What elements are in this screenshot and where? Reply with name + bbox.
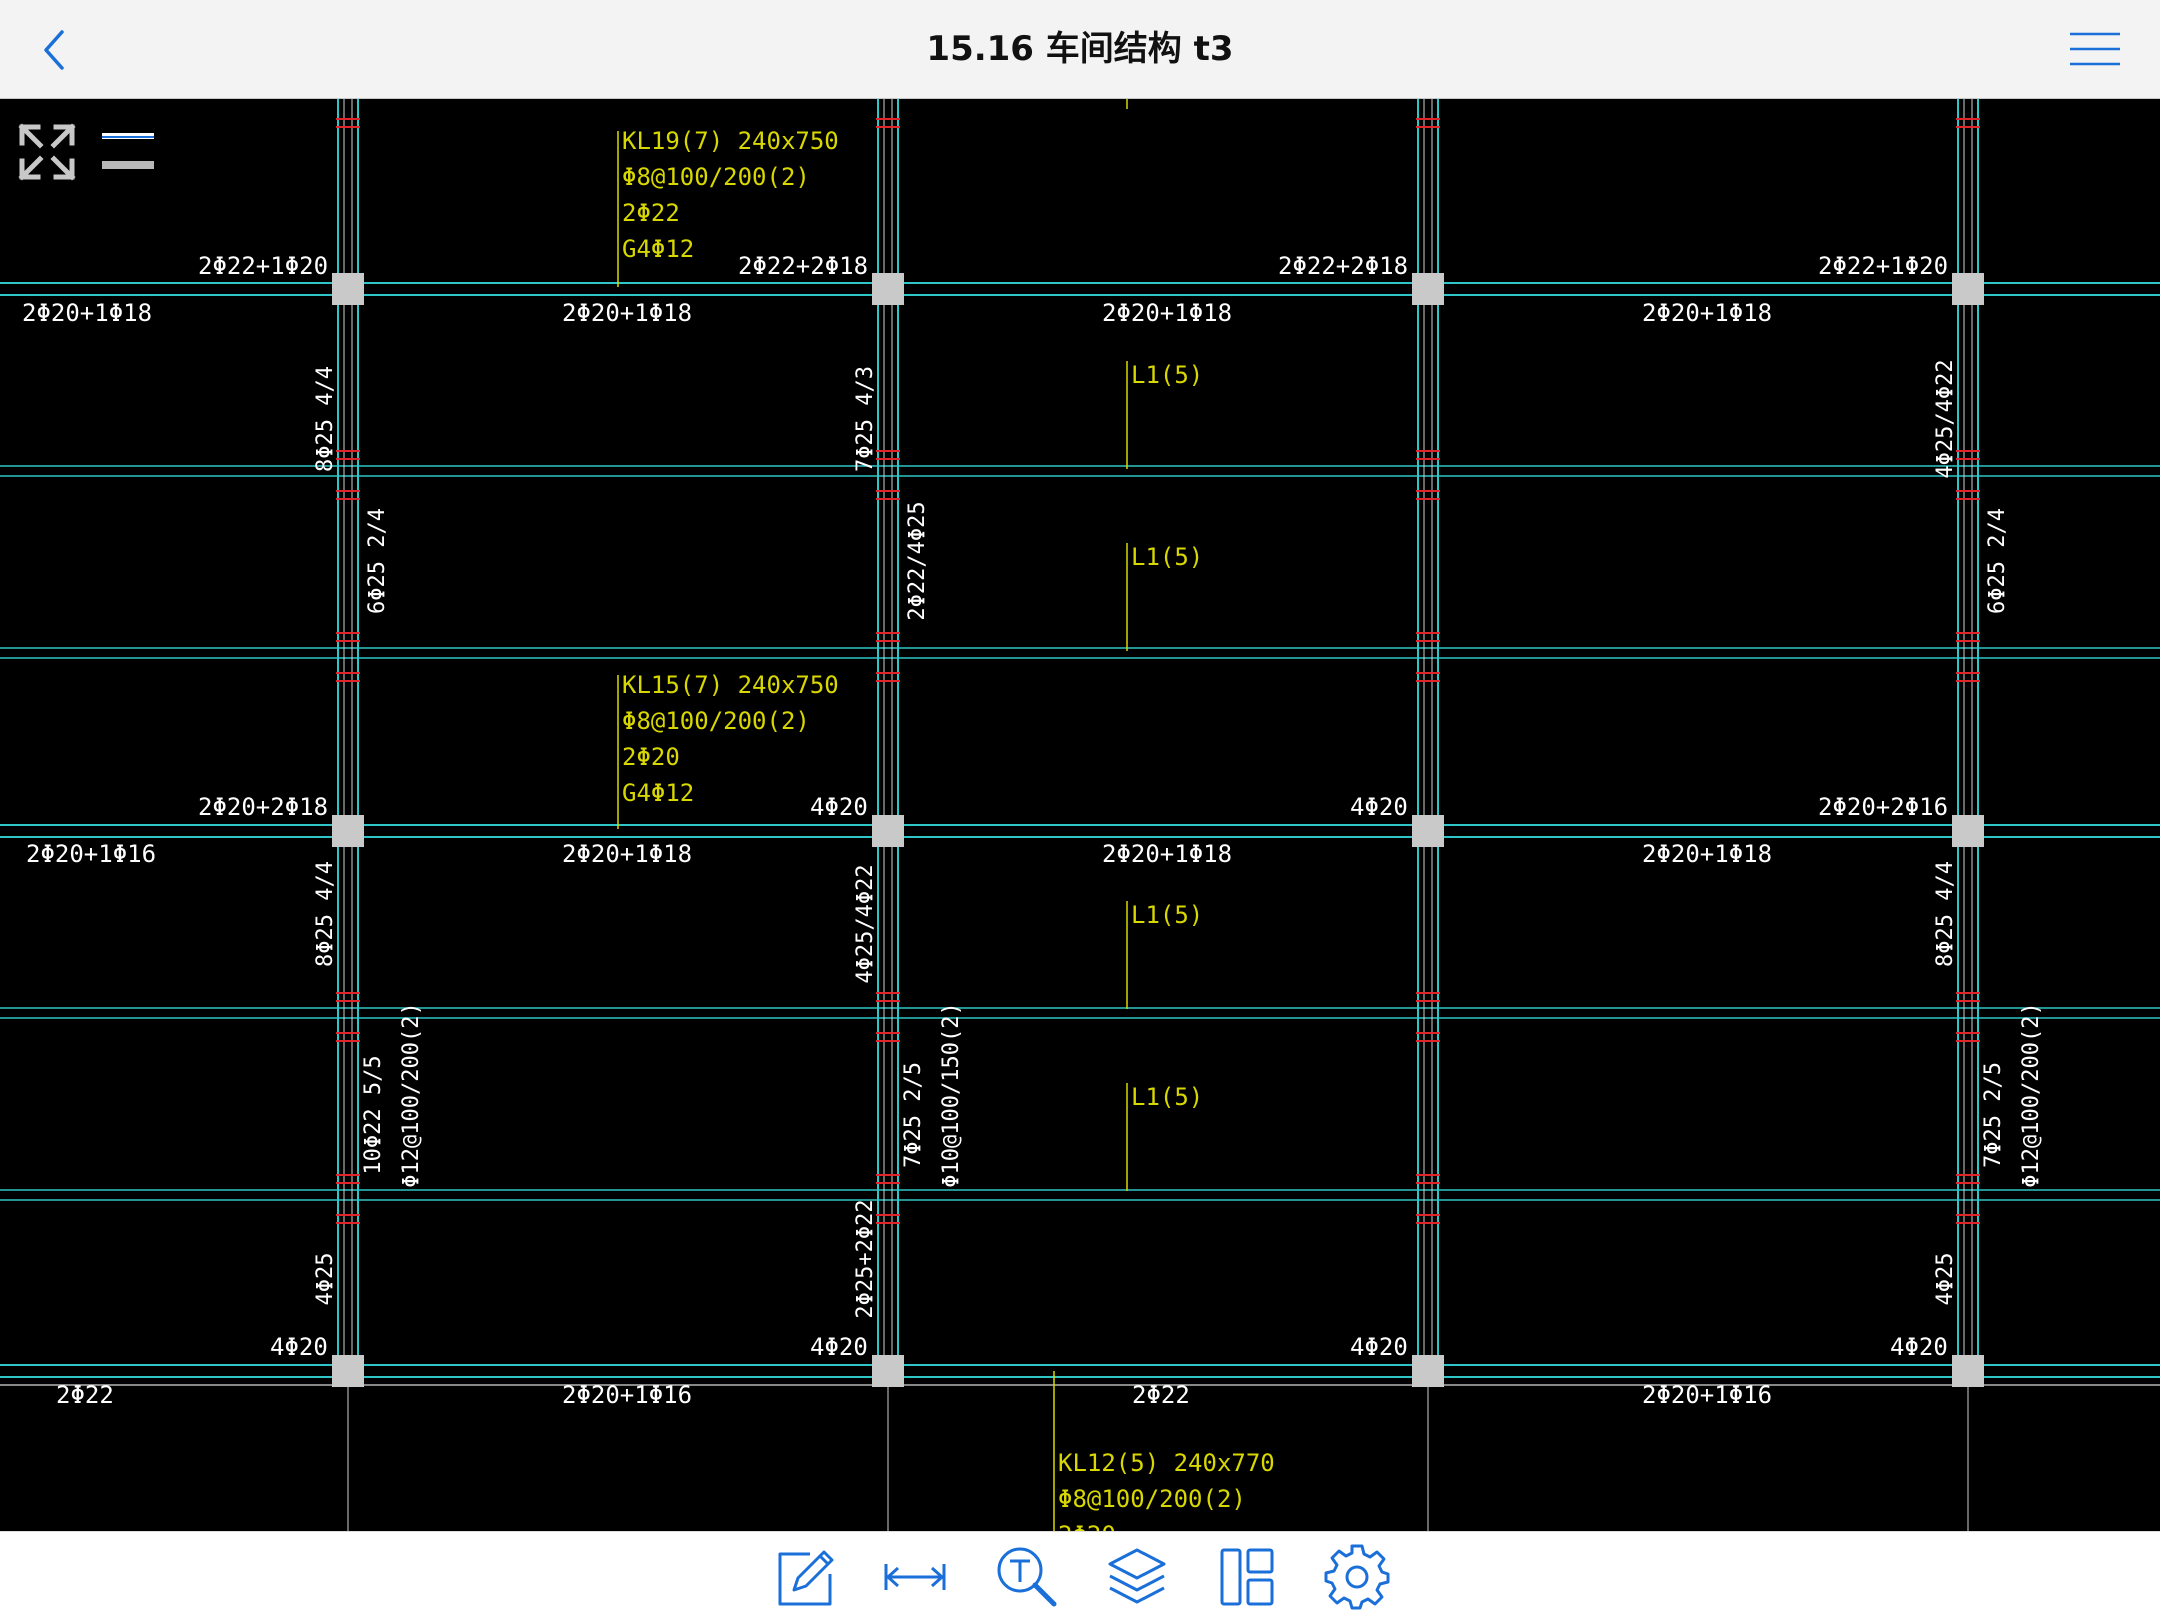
column-rebar-text: 4Φ25 bbox=[313, 1253, 338, 1306]
menu-button[interactable] bbox=[2068, 26, 2122, 72]
pencil-edit-icon bbox=[778, 1550, 834, 1606]
rebar-text: 4Φ20 bbox=[1350, 793, 1408, 821]
column-rebar-text: 2Φ22/4Φ25 bbox=[905, 501, 930, 620]
beam-label-line: 2Φ20 bbox=[1058, 1521, 1116, 1531]
layer-lines-icon bbox=[102, 133, 154, 169]
column-square bbox=[332, 815, 364, 847]
annotations-layer: 2Φ22+1Φ20 2Φ22+2Φ18 2Φ22+2Φ18 2Φ22+1Φ20 … bbox=[22, 127, 2044, 1531]
rebar-text: 2Φ20+1Φ18 bbox=[562, 840, 692, 868]
column-square bbox=[332, 273, 364, 305]
column-rebar-text: Φ12@100/200(2) bbox=[399, 1002, 424, 1187]
rebar-text: 2Φ20+1Φ18 bbox=[1642, 299, 1772, 327]
column-square bbox=[872, 815, 904, 847]
column-rebar-text: 8Φ25 4/4 bbox=[313, 366, 338, 472]
column-square bbox=[1412, 273, 1444, 305]
column-square bbox=[1412, 1355, 1444, 1387]
gear-icon bbox=[1324, 1544, 1390, 1610]
layout-button[interactable] bbox=[1212, 1542, 1282, 1612]
rebar-text: 4Φ20 bbox=[1350, 1333, 1408, 1361]
fullscreen-button[interactable] bbox=[14, 119, 80, 185]
rebar-text: 2Φ22 bbox=[56, 1381, 114, 1409]
rebar-text: 2Φ22+1Φ20 bbox=[1818, 252, 1948, 280]
top-navigation-bar: 15.16 车间结构 t3 bbox=[0, 0, 2160, 99]
rebar-text: 2Φ20+1Φ18 bbox=[562, 299, 692, 327]
column-rebar-text: 7Φ25 2/5 bbox=[901, 1062, 926, 1168]
rebar-text: 2Φ20+1Φ18 bbox=[1102, 840, 1232, 868]
layers-icon bbox=[1108, 1548, 1166, 1604]
text-search-button[interactable] bbox=[992, 1542, 1062, 1612]
column-square bbox=[872, 273, 904, 305]
secondary-beam-label: L1(5) bbox=[1131, 543, 1203, 571]
rebar-text: 2Φ22+2Φ18 bbox=[738, 252, 868, 280]
annotate-button[interactable] bbox=[770, 1542, 840, 1612]
rebar-text: 2Φ20+1Φ18 bbox=[1102, 299, 1232, 327]
column-rebar-text: 6Φ25 2/4 bbox=[365, 508, 390, 614]
rebar-text: 4Φ20 bbox=[270, 1333, 328, 1361]
rebar-text: 2Φ20+1Φ16 bbox=[26, 840, 156, 868]
columns-layer bbox=[332, 273, 1984, 1387]
rebar-text: 2Φ20+1Φ16 bbox=[1642, 1381, 1772, 1409]
beam-label-line: 2Φ22 bbox=[622, 199, 680, 227]
column-rebar-text: 4Φ25/4Φ22 bbox=[1933, 359, 1958, 478]
beam-label-line: G4Φ12 bbox=[622, 779, 694, 807]
beam-label-line: Φ8@100/200(2) bbox=[1058, 1485, 1246, 1513]
rebar-text: 2Φ20+2Φ16 bbox=[1818, 793, 1948, 821]
rebar-text: 4Φ20 bbox=[1890, 1333, 1948, 1361]
layout-panels-icon bbox=[1220, 1548, 1274, 1606]
rebar-text: 4Φ20 bbox=[810, 793, 868, 821]
beam-label-line: G4Φ12 bbox=[622, 235, 694, 263]
cad-drawing-canvas[interactable]: 2Φ22+1Φ20 2Φ22+2Φ18 2Φ22+2Φ18 2Φ22+1Φ20 … bbox=[0, 99, 2160, 1531]
measure-distance-icon bbox=[884, 1564, 946, 1590]
column-square bbox=[1412, 815, 1444, 847]
column-rebar-text: 8Φ25 4/4 bbox=[1933, 861, 1958, 967]
column-square bbox=[872, 1355, 904, 1387]
beam-label-line: Φ8@100/200(2) bbox=[622, 707, 810, 735]
secondary-beam-label: L1(5) bbox=[1131, 361, 1203, 389]
rebar-text: 2Φ22 bbox=[1132, 1381, 1190, 1409]
column-rebar-text: 4Φ25/4Φ22 bbox=[853, 864, 878, 983]
column-square bbox=[332, 1355, 364, 1387]
rebar-text: 2Φ22+1Φ20 bbox=[198, 252, 328, 280]
rebar-text: 2Φ20+1Φ16 bbox=[562, 1381, 692, 1409]
bottom-toolbar bbox=[0, 1531, 2160, 1620]
column-rebar-text: 4Φ25 bbox=[1933, 1253, 1958, 1306]
hamburger-menu-icon bbox=[2070, 32, 2120, 66]
column-rebar-text: 7Φ25 4/3 bbox=[853, 366, 878, 472]
beam-label-line: Φ8@100/200(2) bbox=[622, 163, 810, 191]
column-square bbox=[1952, 273, 1984, 305]
text-search-icon bbox=[997, 1547, 1057, 1607]
rebar-text: 2Φ20+1Φ18 bbox=[22, 299, 152, 327]
rebar-text: 4Φ20 bbox=[810, 1333, 868, 1361]
column-rebar-text: Φ12@100/200(2) bbox=[2019, 1002, 2044, 1187]
column-rebar-text: 6Φ25 2/4 bbox=[1985, 508, 2010, 614]
column-square bbox=[1952, 1355, 1984, 1387]
beam-label-line: 2Φ20 bbox=[622, 743, 680, 771]
column-rebar-text: Φ10@100/150(2) bbox=[939, 1002, 964, 1187]
column-rebar-text: 7Φ25 2/5 bbox=[1981, 1062, 2006, 1168]
beam-label-line: KL12(5) 240x770 bbox=[1058, 1449, 1275, 1477]
rebar-text: 2Φ20+1Φ18 bbox=[1642, 840, 1772, 868]
column-rebar-text: 10Φ22 5/5 bbox=[361, 1055, 386, 1174]
layer-toggle-button[interactable] bbox=[100, 127, 156, 175]
expand-arrows-icon bbox=[18, 123, 76, 181]
secondary-beam-label: L1(5) bbox=[1131, 1083, 1203, 1111]
structural-plan-drawing[interactable]: 2Φ22+1Φ20 2Φ22+2Φ18 2Φ22+2Φ18 2Φ22+1Φ20 … bbox=[0, 99, 2160, 1531]
beam-label-line: KL15(7) 240x750 bbox=[622, 671, 839, 699]
layers-button[interactable] bbox=[1102, 1542, 1172, 1612]
page-title: 15.16 车间结构 t3 bbox=[926, 29, 1234, 69]
settings-button[interactable] bbox=[1322, 1542, 1392, 1612]
column-square bbox=[1952, 815, 1984, 847]
column-rebar-text: 8Φ25 4/4 bbox=[313, 861, 338, 967]
column-rebar-text: 2Φ25+2Φ22 bbox=[853, 1199, 878, 1318]
secondary-beam-label: L1(5) bbox=[1131, 901, 1203, 929]
rebar-text: 2Φ20+2Φ18 bbox=[198, 793, 328, 821]
beam-label-line: KL19(7) 240x750 bbox=[622, 127, 839, 155]
measure-button[interactable] bbox=[880, 1542, 950, 1612]
rebar-text: 2Φ22+2Φ18 bbox=[1278, 252, 1408, 280]
